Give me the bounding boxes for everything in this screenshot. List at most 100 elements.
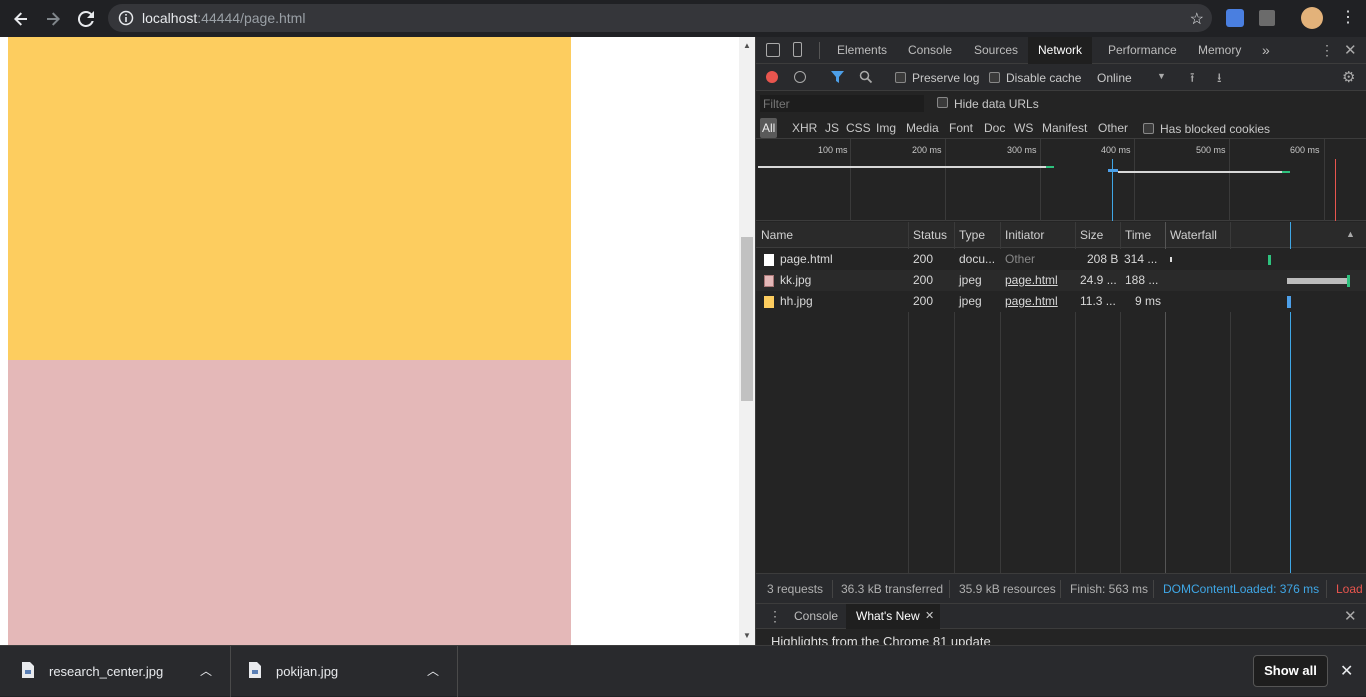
download-item[interactable]: research_center.jpg ︿ [0, 646, 231, 697]
record-icon[interactable] [766, 71, 778, 83]
chevron-up-icon[interactable]: ︿ [200, 662, 212, 679]
overview-gridline [1324, 139, 1325, 221]
page-scrollbar[interactable]: ▲ ▼ [739, 37, 755, 645]
column-header-waterfall[interactable]: Waterfall [1170, 228, 1217, 242]
tab-elements[interactable]: Elements [827, 37, 897, 64]
request-initiator-link[interactable]: page.html [1005, 273, 1058, 287]
back-button[interactable] [8, 6, 34, 32]
dom-content-loaded-marker [1112, 159, 1113, 221]
tab-sources[interactable]: Sources [964, 37, 1028, 64]
overview-tick-label: 300 ms [1007, 145, 1037, 155]
filter-type-xhr[interactable]: XHR [790, 118, 819, 138]
filter-type-all[interactable]: All [760, 118, 778, 138]
chevron-down-icon[interactable]: ▼ [1157, 71, 1166, 81]
inspect-element-icon[interactable] [766, 43, 780, 57]
close-devtools-icon[interactable]: ✕ [1344, 41, 1357, 59]
waterfall-bar-download [1287, 296, 1291, 308]
filter-type-img[interactable]: Img [874, 118, 898, 138]
bookmark-star-icon[interactable]: ☆ [1190, 9, 1204, 29]
filter-type-media[interactable]: Media [904, 118, 941, 138]
reload-button[interactable] [73, 6, 99, 32]
filter-type-manifest[interactable]: Manifest [1040, 118, 1089, 138]
forward-button[interactable] [40, 6, 66, 32]
network-settings-gear-icon[interactable]: ⚙ [1342, 68, 1355, 86]
info-icon[interactable] [118, 10, 134, 26]
hide-data-urls-checkbox[interactable] [937, 97, 948, 108]
drawer-tab-console[interactable]: Console [784, 604, 848, 629]
overview-gridline [850, 139, 851, 221]
filter-input[interactable] [760, 95, 924, 112]
summary-load: Load [1336, 582, 1363, 596]
overview-tick-label: 500 ms [1196, 145, 1226, 155]
close-drawer-icon[interactable]: ✕ [1344, 607, 1357, 625]
drawer-menu-icon[interactable]: ⋮ [768, 608, 782, 625]
clear-icon[interactable] [794, 71, 806, 83]
network-overview[interactable]: 100 ms 200 ms 300 ms 400 ms 500 ms 600 m… [756, 139, 1366, 221]
download-filename: pokijan.jpg [276, 664, 339, 679]
table-row[interactable]: hh.jpg 200 jpeg page.html 11.3 ... 9 ms [756, 291, 1366, 312]
request-initiator-link[interactable]: page.html [1005, 294, 1058, 308]
request-initiator: Other [1005, 252, 1036, 266]
hide-data-urls-label: Hide data URLs [954, 97, 1039, 111]
overview-bar-hh-jpg [1108, 169, 1118, 172]
scrollbar-thumb[interactable] [741, 237, 753, 401]
disable-cache-checkbox[interactable] [989, 72, 1000, 83]
throttling-select[interactable]: Online [1097, 71, 1132, 85]
filter-type-doc[interactable]: Doc [982, 118, 1007, 138]
column-header-size[interactable]: Size [1080, 228, 1103, 242]
table-row[interactable]: page.html 200 docu... Other 208 B 314 ..… [756, 249, 1366, 270]
whats-new-heading: Highlights from the Chrome 81 update [771, 634, 991, 645]
more-tabs-icon[interactable]: » [1252, 37, 1280, 64]
column-header-type[interactable]: Type [959, 228, 985, 242]
summary-dom-content-loaded: DOMContentLoaded: 376 ms [1163, 582, 1320, 596]
show-all-button[interactable]: Show all [1253, 655, 1328, 687]
filter-bar: Hide data URLs All XHR JS CSS Img Media … [756, 91, 1366, 139]
preserve-log-checkbox[interactable] [895, 72, 906, 83]
scroll-up-icon[interactable]: ▲ [743, 41, 751, 50]
filter-type-font[interactable]: Font [947, 118, 975, 138]
image-file-icon [764, 296, 774, 308]
tab-memory[interactable]: Memory [1188, 37, 1251, 64]
search-icon[interactable] [859, 70, 873, 84]
filter-type-css[interactable]: CSS [844, 118, 873, 138]
filter-type-other[interactable]: Other [1096, 118, 1130, 138]
sort-up-icon[interactable]: ▲ [1346, 229, 1355, 239]
device-toolbar-icon[interactable] [793, 42, 802, 57]
has-blocked-cookies-checkbox[interactable] [1143, 123, 1154, 134]
tab-performance[interactable]: Performance [1098, 37, 1187, 64]
page-viewport: ▲ ▼ [0, 37, 755, 645]
image-file-icon [764, 275, 774, 287]
chevron-up-icon[interactable]: ︿ [427, 662, 439, 679]
summary-finish: Finish: 563 ms [1070, 582, 1149, 596]
scroll-down-icon[interactable]: ▼ [743, 631, 751, 640]
close-download-bar-icon[interactable]: ✕ [1340, 661, 1353, 681]
devtools-menu-icon[interactable]: ⋮ [1320, 42, 1334, 59]
column-header-time[interactable]: Time [1125, 228, 1151, 242]
arrow-left-icon [14, 12, 27, 26]
filter-type-ws[interactable]: WS [1012, 118, 1035, 138]
devtools-drawer: ⋮ Console What's New ✕ ✕ Highlights from… [756, 603, 1366, 645]
request-size: 11.3 ... [1080, 294, 1116, 308]
filter-type-js[interactable]: JS [823, 118, 841, 138]
filter-icon[interactable] [831, 71, 844, 84]
translate-extension-icon[interactable] [1226, 9, 1244, 27]
tab-network[interactable]: Network [1028, 37, 1093, 64]
extension-icon[interactable] [1259, 10, 1275, 26]
profile-avatar[interactable] [1301, 7, 1323, 29]
download-filename: research_center.jpg [49, 664, 164, 679]
address-bar[interactable]: localhost:44444/page.html ☆ [108, 4, 1212, 32]
column-header-status[interactable]: Status [913, 228, 947, 242]
column-header-name[interactable]: Name [761, 228, 793, 242]
import-har-icon[interactable]: ⭱ [1190, 69, 1195, 91]
waterfall-bar-download [1268, 255, 1271, 265]
browser-menu-icon[interactable]: ⋮ [1340, 8, 1356, 28]
column-header-initiator[interactable]: Initiator [1005, 228, 1044, 242]
close-tab-icon[interactable]: ✕ [925, 609, 934, 622]
preserve-log-label: Preserve log [912, 71, 980, 85]
export-har-icon[interactable]: ⭳ [1217, 69, 1222, 91]
tab-console[interactable]: Console [898, 37, 962, 64]
download-item[interactable]: pokijan.jpg ︿ [231, 646, 458, 697]
overview-bar-page-html-download [1046, 166, 1054, 168]
summary-divider [1060, 580, 1061, 598]
table-row[interactable]: kk.jpg 200 jpeg page.html 24.9 ... 188 .… [756, 270, 1366, 291]
